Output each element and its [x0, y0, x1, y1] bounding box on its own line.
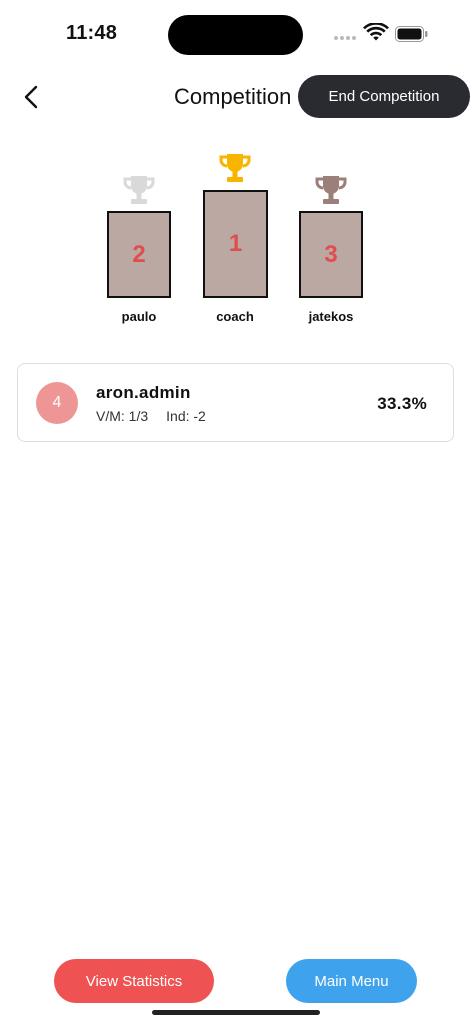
podium-block-second: 2 — [107, 211, 171, 298]
podium-rank: 2 — [132, 241, 146, 268]
end-competition-button[interactable]: End Competition — [298, 75, 470, 118]
participant-vm: V/M: 1/3 — [96, 408, 149, 424]
status-time: 11:48 — [66, 22, 118, 44]
podium-name-first: coach — [216, 309, 254, 324]
dynamic-island — [168, 15, 303, 55]
participant-ind: Ind: -2 — [166, 408, 206, 424]
podium-block-first: 1 — [203, 190, 268, 298]
participant-percent: 33.3% — [377, 394, 427, 413]
podium-name-second: paulo — [121, 309, 157, 324]
participant-stats: V/M: 1/3 Ind: -2 — [96, 408, 206, 424]
wifi-icon — [363, 23, 389, 41]
participant-card[interactable]: 4 aron.admin V/M: 1/3 Ind: -2 33.3% — [17, 363, 454, 442]
chevron-left-icon — [24, 85, 38, 109]
podium: 2 paulo 1 coach 3 jatekos — [0, 140, 471, 340]
bronze-trophy-icon — [315, 176, 347, 204]
gold-trophy-icon — [219, 154, 251, 182]
status-bar: 11:48 — [0, 0, 471, 66]
main-menu-button[interactable]: Main Menu — [286, 959, 417, 1003]
back-button[interactable] — [16, 82, 46, 112]
page-title: Competition — [174, 84, 292, 109]
view-statistics-button[interactable]: View Statistics — [54, 959, 214, 1003]
participant-name: aron.admin — [96, 383, 191, 402]
cellular-signal-icon — [334, 36, 356, 40]
rank-badge: 4 — [36, 382, 78, 424]
battery-icon — [395, 26, 428, 42]
podium-rank: 1 — [228, 230, 243, 257]
silver-trophy-icon — [123, 176, 155, 204]
podium-rank: 3 — [324, 241, 338, 268]
home-indicator[interactable] — [152, 1010, 320, 1015]
podium-name-third: jatekos — [308, 309, 354, 324]
podium-block-third: 3 — [299, 211, 363, 298]
